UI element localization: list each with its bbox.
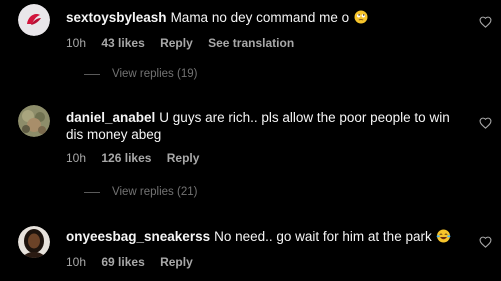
view-replies-button[interactable]: View replies (21): [84, 186, 197, 198]
avatar[interactable]: [18, 226, 50, 258]
comment-meta: 10h 126 likes Reply: [66, 151, 461, 165]
avatar-image: [18, 105, 50, 137]
see-translation-button[interactable]: See translation: [208, 36, 294, 50]
comment-text: onyeesbag_sneakerss No need.. go wait for…: [66, 228, 461, 247]
face-with-tears-of-joy-icon: [436, 229, 451, 247]
comment-time: 10h: [66, 36, 87, 50]
comment-text: sextoysbyleash Mama no dey command me o: [66, 9, 461, 28]
view-replies-button[interactable]: View replies (19): [84, 68, 197, 80]
reply-button[interactable]: Reply: [160, 255, 193, 269]
comment-body: No need.. go wait for him at the park: [214, 229, 432, 244]
comment-time: 10h: [66, 151, 87, 165]
comment-meta: 10h 69 likes Reply: [66, 255, 461, 269]
comment-time: 10h: [66, 255, 87, 269]
replies-divider: [84, 191, 100, 193]
likes-count[interactable]: 43 likes: [101, 36, 144, 50]
view-replies-label: View replies (19): [112, 68, 198, 80]
heart-icon[interactable]: [479, 236, 492, 248]
view-replies-label: View replies (21): [112, 186, 198, 198]
replies-divider: [84, 73, 100, 75]
face-with-rolling-eyes-icon: [354, 10, 368, 28]
avatar[interactable]: [18, 4, 50, 36]
avatar[interactable]: [18, 105, 50, 137]
comment-username[interactable]: daniel_anabel: [66, 110, 155, 125]
reply-button[interactable]: Reply: [167, 151, 200, 165]
reply-button[interactable]: Reply: [160, 36, 193, 50]
likes-count[interactable]: 126 likes: [101, 151, 151, 165]
comment-body: Mama no dey command me o: [170, 10, 350, 25]
heart-icon[interactable]: [479, 16, 492, 28]
comment-meta: 10h 43 likes Reply See translation: [66, 36, 461, 50]
comment-text: daniel_anabel U guys are rich.. pls allow…: [66, 109, 461, 143]
comment-username[interactable]: onyeesbag_sneakerss: [66, 229, 210, 244]
avatar-image: [18, 226, 50, 258]
comment-username[interactable]: sextoysbyleash: [66, 10, 167, 25]
likes-count[interactable]: 69 likes: [101, 255, 144, 269]
avatar-image: [18, 4, 50, 36]
comments-panel: sextoysbyleash Mama no dey command me o 1…: [0, 0, 501, 281]
heart-icon[interactable]: [479, 117, 492, 129]
